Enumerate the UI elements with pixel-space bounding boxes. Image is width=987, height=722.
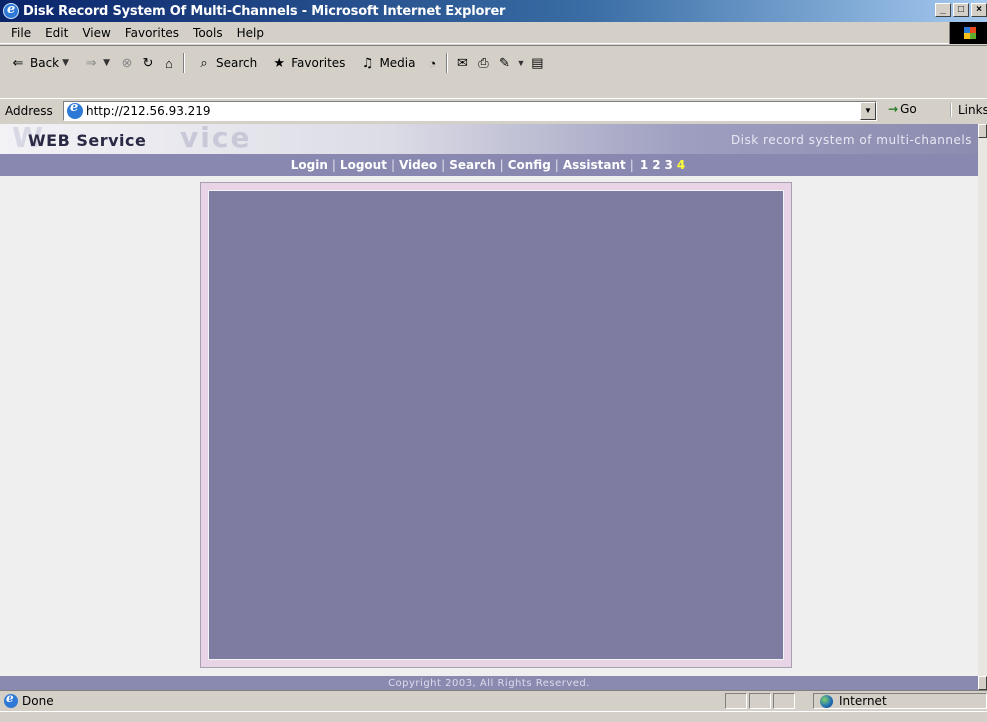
- back-arrow-icon: ⇐: [12, 55, 24, 71]
- forward-arrow-icon: ⇒: [85, 55, 97, 71]
- status-bar: Done Internet: [0, 690, 987, 710]
- menu-tools[interactable]: Tools: [186, 26, 230, 40]
- site-nav: Login | Logout | Video | Search | Config…: [291, 158, 688, 172]
- history-icon[interactable]: ◔: [423, 54, 441, 72]
- nav-login[interactable]: Login: [291, 158, 328, 172]
- zone-label: Internet: [839, 694, 887, 708]
- menu-edit[interactable]: Edit: [38, 26, 75, 40]
- nav-page-4-current[interactable]: 4: [675, 158, 687, 172]
- standard-toolbar: ⇐ Back ▼ ⇒ ▼ ⊗ ↻ ⌂ ⌕ Search ★ Favorites …: [0, 45, 987, 97]
- status-panel: [725, 693, 747, 709]
- toolbar-buttons: ⇐ Back ▼ ⇒ ▼ ⊗ ↻ ⌂ ⌕ Search ★ Favorites …: [4, 50, 546, 76]
- address-label: Address: [5, 103, 53, 118]
- windows-logo-icon: [949, 22, 987, 44]
- forward-dropdown-icon[interactable]: ▼: [103, 58, 110, 68]
- address-dropdown-icon[interactable]: ▼: [860, 102, 876, 120]
- video-display[interactable]: [208, 190, 784, 660]
- home-icon[interactable]: ⌂: [160, 54, 178, 72]
- toolbar-separator: [182, 53, 185, 73]
- mail-icon[interactable]: ✉: [453, 54, 471, 72]
- nav-search[interactable]: Search: [449, 158, 495, 172]
- search-label: Search: [215, 56, 258, 70]
- address-url[interactable]: http://212.56.93.219: [86, 104, 211, 118]
- site-nav-bar: Login | Logout | Video | Search | Config…: [0, 154, 978, 176]
- page-icon: [67, 100, 83, 119]
- back-label: Back: [30, 56, 60, 70]
- nav-separator: |: [390, 158, 395, 172]
- nav-separator: |: [629, 158, 634, 172]
- back-dropdown-icon[interactable]: ▼: [62, 58, 69, 68]
- back-button[interactable]: ⇐ Back ▼: [4, 54, 74, 72]
- site-brand: WEB Service: [28, 131, 147, 150]
- nav-logout[interactable]: Logout: [340, 158, 387, 172]
- search-icon: ⌕: [200, 55, 208, 71]
- address-bar: Address http://212.56.93.219 ▼ → Go Link…: [0, 98, 987, 122]
- nav-page-2[interactable]: 2: [650, 158, 662, 172]
- media-button[interactable]: ♫ Media: [353, 54, 420, 72]
- nav-separator: |: [499, 158, 504, 172]
- menu-help[interactable]: Help: [230, 26, 271, 40]
- favorites-label: Favorites: [291, 56, 346, 70]
- nav-page-3[interactable]: 3: [663, 158, 675, 172]
- nav-video[interactable]: Video: [399, 158, 437, 172]
- menu-favorites[interactable]: Favorites: [118, 26, 186, 40]
- stop-icon[interactable]: ⊗: [118, 54, 136, 72]
- nav-separator: |: [441, 158, 446, 172]
- nav-assistant[interactable]: Assistant: [563, 158, 626, 172]
- go-button[interactable]: → Go: [888, 102, 917, 116]
- nav-config[interactable]: Config: [508, 158, 551, 172]
- nav-separator: |: [554, 158, 559, 172]
- refresh-icon[interactable]: ↻: [139, 54, 157, 72]
- discuss-icon[interactable]: ▤: [528, 54, 546, 72]
- nav-separator: |: [331, 158, 336, 172]
- go-arrow-icon: →: [888, 102, 899, 116]
- vertical-scrollbar[interactable]: [978, 124, 987, 690]
- site-header: W vice WEB Service Disk record system of…: [0, 124, 978, 154]
- status-text: Done: [22, 693, 54, 708]
- taskbar: [0, 711, 987, 722]
- edit-dropdown-icon[interactable]: ▼: [516, 58, 525, 68]
- search-button[interactable]: ⌕ Search: [190, 54, 262, 72]
- media-label: Media: [379, 56, 416, 70]
- minimize-button[interactable]: _: [935, 3, 951, 17]
- menu-view[interactable]: View: [75, 26, 117, 40]
- nav-page-1[interactable]: 1: [638, 158, 650, 172]
- forward-button[interactable]: ⇒ ▼: [77, 54, 115, 72]
- favorites-button[interactable]: ★ Favorites: [265, 54, 350, 72]
- toolbar-separator: [446, 53, 449, 73]
- site-footer: Copyright 2003, All Rights Reserved.: [0, 676, 978, 690]
- window-title: Disk Record System Of Multi-Channels - M…: [23, 3, 506, 19]
- menu-bar: File Edit View Favorites Tools Help: [0, 22, 987, 44]
- status-panel: [773, 693, 795, 709]
- window-controls: _ □ ×: [935, 3, 987, 17]
- go-label: Go: [900, 102, 917, 116]
- edit-icon[interactable]: ✎: [495, 54, 513, 72]
- page-content: W vice WEB Service Disk record system of…: [0, 124, 978, 690]
- window-title-bar[interactable]: Disk Record System Of Multi-Channels - M…: [0, 0, 987, 22]
- scroll-down-button[interactable]: [978, 676, 987, 690]
- copyright-text: Copyright 2003, All Rights Reserved.: [388, 677, 590, 689]
- internet-globe-icon: [820, 694, 833, 708]
- video-frame: [200, 182, 792, 668]
- close-button[interactable]: ×: [971, 3, 987, 17]
- page-status-icon: [4, 691, 18, 708]
- menu-file[interactable]: File: [4, 26, 38, 40]
- address-input[interactable]: http://212.56.93.219 ▼: [63, 100, 877, 121]
- internet-explorer-icon: [3, 2, 19, 19]
- brand-watermark: vice: [180, 124, 252, 154]
- site-tagline: Disk record system of multi-channels: [730, 133, 972, 147]
- media-icon: ♫: [361, 55, 374, 71]
- links-button[interactable]: Links: [950, 103, 987, 117]
- status-panel: [749, 693, 771, 709]
- scroll-up-button[interactable]: [978, 124, 987, 138]
- print-icon[interactable]: ⎙: [474, 54, 492, 72]
- security-zone: Internet: [813, 693, 987, 709]
- maximize-button[interactable]: □: [953, 3, 969, 17]
- favorites-icon: ★: [273, 55, 286, 71]
